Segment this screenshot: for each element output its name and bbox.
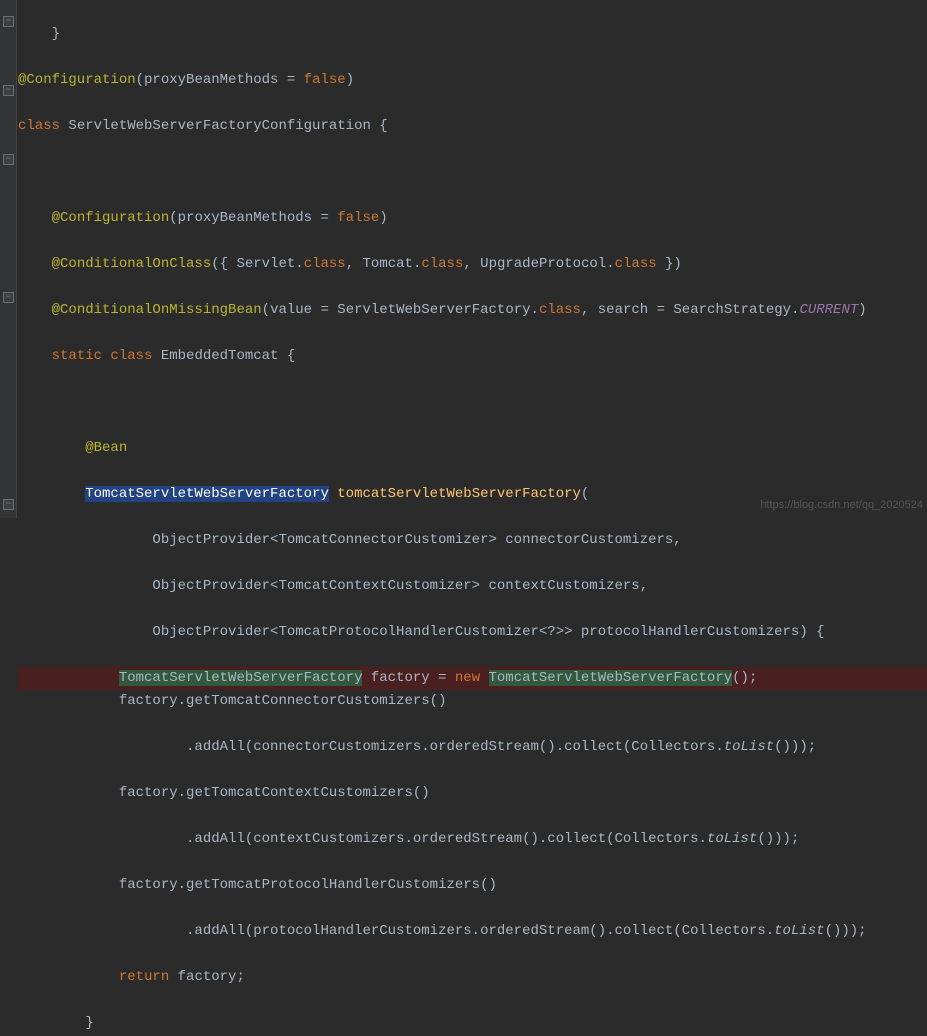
code-line[interactable]: } [18,1012,927,1035]
usage-highlight: TomcatServletWebServerFactory [489,670,733,686]
code-line-error[interactable]: TomcatServletWebServerFactory factory = … [18,667,927,690]
selected-text: TomcatServletWebServerFactory [85,486,329,502]
code-line[interactable]: .addAll(connectorCustomizers.orderedStre… [18,736,927,759]
code-line[interactable]: @ConditionalOnMissingBean(value = Servle… [18,299,927,322]
keyword-class: class [18,118,68,134]
annotation: @Configuration [18,72,136,88]
annotation: @Configuration [52,210,170,226]
code-line[interactable]: factory.getTomcatConnectorCustomizers() [18,690,927,713]
fold-marker[interactable]: − [3,16,14,27]
annotation: @ConditionalOnMissingBean [52,302,262,318]
code-line[interactable]: ObjectProvider<TomcatContextCustomizer> … [18,575,927,598]
code-line[interactable]: .addAll(protocolHandlerCustomizers.order… [18,920,927,943]
fold-marker[interactable]: − [3,154,14,165]
code-line[interactable]: @ConditionalOnClass({ Servlet.class, Tom… [18,253,927,276]
code-line[interactable]: @Configuration(proxyBeanMethods = false) [18,69,927,92]
usage-highlight: TomcatServletWebServerFactory [119,670,363,686]
code-line[interactable]: static class EmbeddedTomcat { [18,345,927,368]
annotation: @ConditionalOnClass [52,256,212,272]
code-line[interactable]: @Bean [18,437,927,460]
fold-marker[interactable]: − [3,499,14,510]
annotation-bean: @Bean [85,440,127,456]
code-line[interactable]: return factory; [18,966,927,989]
code-line[interactable]: factory.getTomcatProtocolHandlerCustomiz… [18,874,927,897]
code-line[interactable]: ObjectProvider<TomcatProtocolHandlerCust… [18,621,927,644]
code-line[interactable]: .addAll(contextCustomizers.orderedStream… [18,828,927,851]
code-line[interactable]: } [18,23,927,46]
brace: } [52,26,60,42]
code-editor[interactable]: } @Configuration(proxyBeanMethods = fals… [17,0,927,518]
fold-marker[interactable]: − [3,292,14,303]
code-line[interactable]: factory.getTomcatContextCustomizers() [18,782,927,805]
code-line[interactable] [18,161,927,184]
code-line[interactable]: @Configuration(proxyBeanMethods = false) [18,207,927,230]
code-line[interactable]: class ServletWebServerFactoryConfigurati… [18,115,927,138]
watermark-text: https://blog.csdn.net/qq_2020524 [760,494,923,517]
fold-marker[interactable]: − [3,85,14,96]
code-line[interactable]: ObjectProvider<TomcatConnectorCustomizer… [18,529,927,552]
method-name: tomcatServletWebServerFactory [337,486,581,502]
gutter[interactable]: − − − − − [0,0,17,518]
code-line[interactable] [18,391,927,414]
